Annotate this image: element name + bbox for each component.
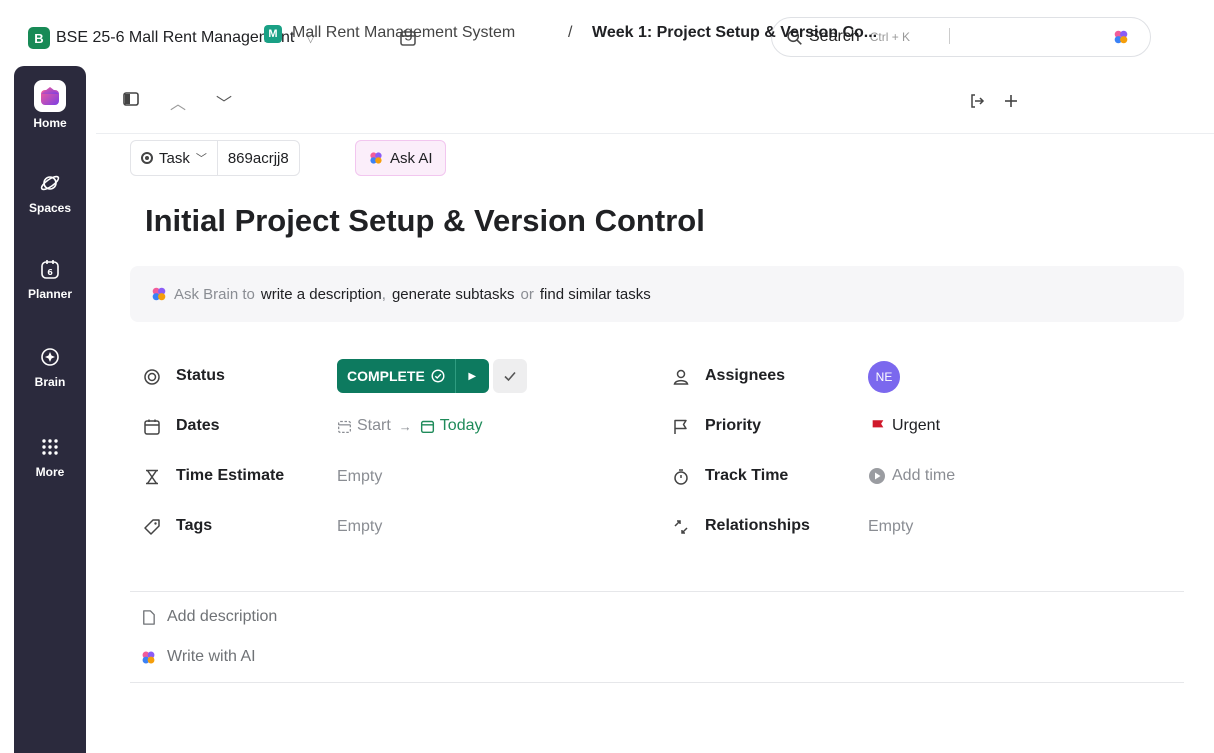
user-icon — [673, 369, 689, 385]
priority-label: Urgent — [892, 417, 941, 434]
task-title[interactable]: Initial Project Setup & Version Control — [145, 203, 705, 239]
task-type-pill: Task ﹀ 869acrjj8 — [130, 140, 300, 176]
generate-subtasks-link[interactable]: generate subtasks — [392, 286, 515, 303]
field-label-status: Status — [176, 367, 225, 384]
ask-brain-comma: , — [381, 285, 386, 303]
ask-brain-bar: Ask Brain to write a description, genera… — [130, 266, 1184, 322]
svg-text:6: 6 — [47, 268, 53, 277]
add-description-button[interactable]: Add description — [140, 608, 277, 626]
home-icon — [34, 80, 66, 112]
nav-label-brain: Brain — [34, 375, 66, 389]
divider — [130, 591, 1184, 592]
relationships-value[interactable]: Empty — [868, 518, 913, 536]
task-type-icon — [141, 152, 153, 164]
dates-value[interactable]: Start → Today — [337, 417, 483, 435]
field-label-tags: Tags — [176, 517, 213, 534]
play-circle-icon — [869, 468, 885, 484]
add-time-button[interactable]: Add time — [868, 467, 955, 485]
left-nav: Home Spaces 6 Planner Brain More — [14, 66, 86, 753]
plus-icon[interactable] — [1002, 92, 1020, 110]
check-circle-icon — [431, 369, 445, 383]
ask-ai-label: Ask AI — [390, 149, 433, 167]
start-date-icon — [338, 420, 351, 433]
ask-ai-button[interactable]: Ask AI — [355, 140, 446, 176]
task-id-label: 869acrjj8 — [227, 149, 289, 167]
ai-sparkle-icon — [142, 651, 155, 663]
task-id[interactable]: 869acrjj8 — [216, 141, 299, 175]
status-control: COMPLETE ▶ — [337, 359, 527, 393]
nav-item-brain[interactable]: Brain — [14, 346, 86, 389]
workspace-badge: B — [28, 27, 50, 49]
document-icon — [143, 609, 155, 625]
start-date: Start — [357, 417, 391, 434]
ai-sparkle-icon — [152, 287, 166, 301]
flag-icon — [674, 419, 687, 434]
write-description-link[interactable]: write a description — [261, 286, 382, 303]
status-icon — [144, 369, 160, 385]
field-label-track-time: Track Time — [705, 467, 789, 484]
play-arrow-icon: ▶ — [468, 370, 477, 382]
chevron-down-icon: ﹀ — [195, 153, 207, 165]
add-time-label: Add time — [892, 467, 956, 484]
task-type-label: Task — [159, 149, 190, 167]
breadcrumb-current[interactable]: Week 1: Project Setup & Version Co... — [592, 24, 877, 42]
breadcrumb-space[interactable]: Mall Rent Management System — [292, 24, 515, 42]
avatar[interactable]: NE — [868, 361, 900, 393]
write-with-ai-button[interactable]: Write with AI — [140, 648, 256, 666]
divider — [130, 682, 1184, 683]
orbit-icon — [40, 175, 60, 191]
priority-value[interactable]: Urgent — [870, 417, 940, 435]
due-date: Today — [439, 417, 483, 434]
field-label-time-estimate: Time Estimate — [176, 467, 285, 484]
avatar-initials: NE — [875, 370, 893, 384]
field-label-assignees: Assignees — [705, 367, 786, 384]
share-export-icon[interactable] — [968, 92, 986, 110]
status-value: COMPLETE — [347, 368, 425, 384]
grid-dots-icon — [42, 439, 58, 455]
task-type-selector[interactable]: Task ﹀ — [131, 141, 217, 175]
status-button[interactable]: COMPLETE — [337, 359, 455, 393]
ask-brain-prefix: Ask Brain to — [174, 285, 255, 303]
write-with-ai-label: Write with AI — [167, 648, 256, 665]
nav-label-home: Home — [33, 116, 67, 130]
date-arrow: → — [398, 418, 412, 434]
next-status-button[interactable]: ▶ — [454, 359, 489, 393]
space-badge: M — [264, 25, 282, 43]
nav-item-planner[interactable]: 6 Planner — [14, 258, 86, 301]
ai-sparkle-icon[interactable] — [1112, 28, 1130, 46]
calendar-icon — [144, 419, 160, 435]
nav-label-more: More — [35, 465, 65, 479]
sidebar-toggle-icon[interactable] — [122, 90, 140, 108]
urgent-flag-icon — [872, 420, 884, 433]
breadcrumb-separator: / — [568, 24, 573, 41]
field-label-dates: Dates — [176, 417, 220, 434]
mark-complete-button[interactable] — [492, 359, 527, 393]
breadcrumb-divider — [949, 28, 950, 44]
workspace-name: BSE 25-6 Mall Rent Management — [56, 29, 295, 46]
breadcrumb-bar: ︿ ﹀ — [96, 66, 1214, 134]
due-date-icon — [420, 420, 434, 433]
add-description-label: Add description — [167, 608, 278, 625]
nav-label-planner: Planner — [27, 287, 72, 301]
ask-brain-or: or — [520, 285, 534, 303]
relationships-icon — [674, 520, 688, 534]
nav-label-spaces: Spaces — [28, 201, 72, 215]
brain-icon — [41, 348, 59, 366]
nav-item-home[interactable]: Home — [14, 80, 86, 130]
hourglass-icon — [146, 469, 158, 485]
find-similar-tasks-link[interactable]: find similar tasks — [540, 286, 651, 303]
stopwatch-icon — [674, 469, 688, 485]
chevron-down-icon[interactable]: ﹀ — [216, 90, 232, 114]
chevron-up-icon[interactable]: ︿ — [170, 90, 186, 114]
ai-sparkle-icon — [370, 152, 382, 164]
checkmark-icon — [504, 371, 516, 382]
field-label-priority: Priority — [705, 417, 762, 434]
time-estimate-value[interactable]: Empty — [337, 468, 382, 486]
field-label-relationships: Relationships — [705, 517, 810, 534]
tag-icon — [144, 519, 160, 535]
nav-item-more[interactable]: More — [14, 436, 86, 479]
nav-item-spaces[interactable]: Spaces — [14, 172, 86, 215]
planner-calendar-icon: 6 — [41, 260, 59, 279]
tags-value[interactable]: Empty — [337, 518, 382, 536]
